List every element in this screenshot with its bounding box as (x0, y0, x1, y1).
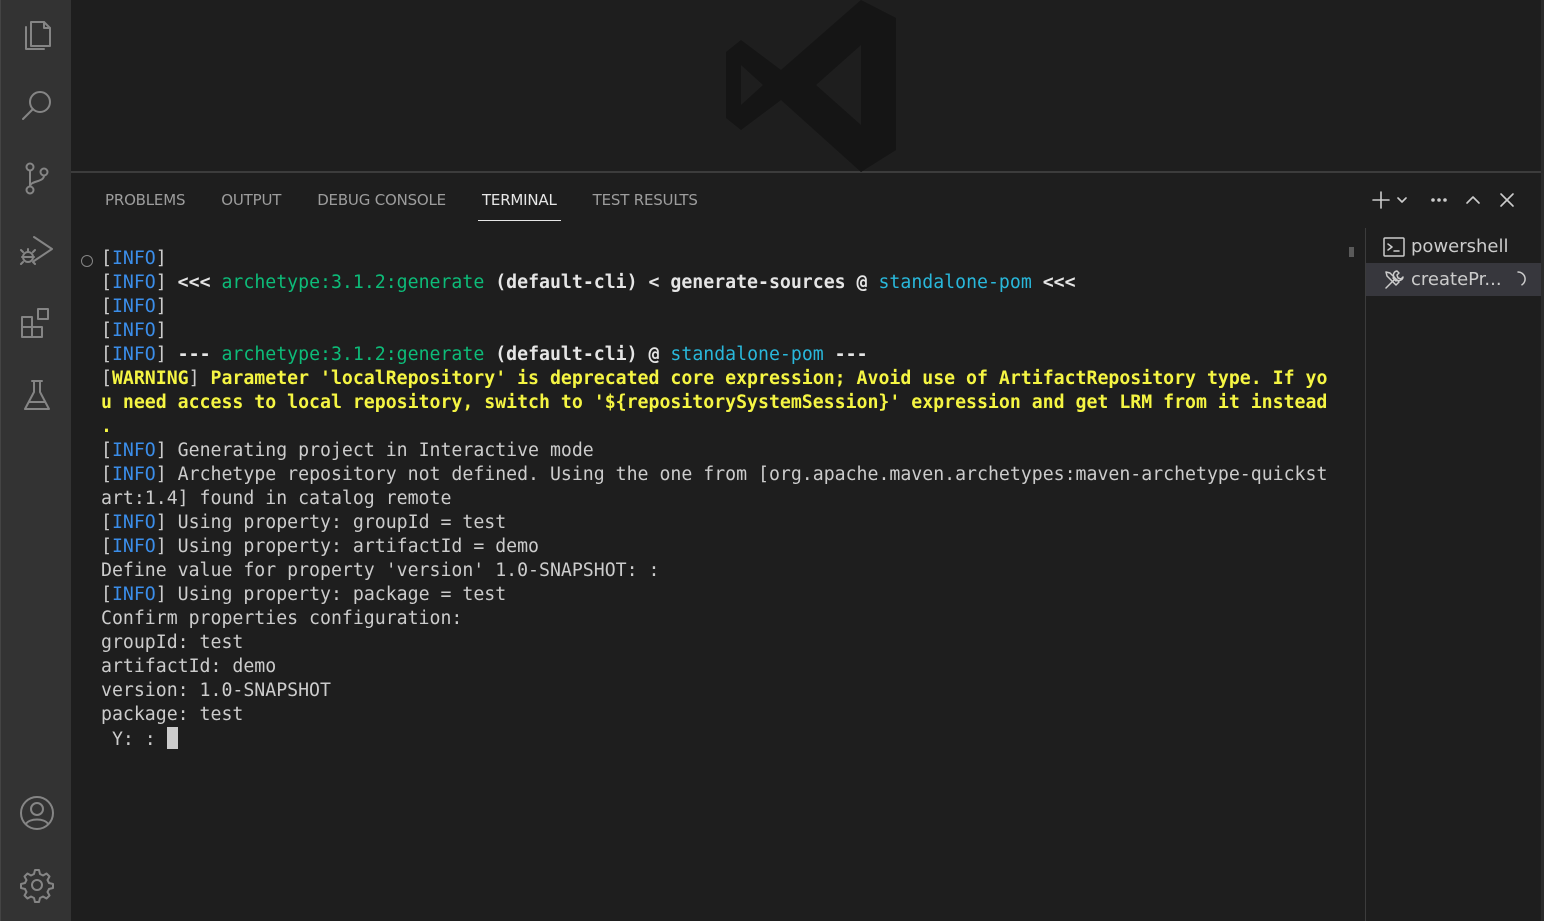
more-actions-icon[interactable] (1422, 185, 1456, 215)
terminal-tab-label: createPr... (1411, 269, 1502, 290)
terminal-line: Confirm properties configuration: (101, 608, 463, 629)
panel-tabs: PROBLEMS OUTPUT DEBUG CONSOLE TERMINAL T… (101, 173, 730, 228)
terminal-line: groupId: test (101, 632, 244, 653)
terminal-line: u need access to local repository, switc… (101, 392, 1328, 413)
terminal-tab-label: powershell (1411, 236, 1509, 257)
editor-area (71, 0, 1544, 172)
tools-icon (1385, 269, 1404, 289)
terminal-tab-createpr[interactable]: createPr... (1366, 263, 1543, 296)
terminal-line: art:1.4] found in catalog remote (101, 488, 452, 509)
terminal-line: [INFO] <<< archetype:3.1.2:generate (def… (101, 272, 1076, 293)
terminal-line: [INFO] Using property: package = test (101, 584, 507, 605)
tab-problems[interactable]: PROBLEMS (101, 173, 189, 228)
terminal-prompt-line[interactable]: Y: : (101, 727, 178, 751)
explorer-icon[interactable] (1, 5, 72, 65)
terminal-line: [INFO] Using property: groupId = test (101, 512, 507, 533)
terminal-line: [INFO] --- archetype:3.1.2:generate (def… (101, 344, 868, 365)
tab-terminal[interactable]: TERMINAL (477, 173, 561, 228)
terminal-line: artifactId: demo (101, 656, 277, 677)
terminal-output[interactable]: [INFO] [INFO] <<< archetype:3.1.2:genera… (71, 247, 1351, 907)
tab-output[interactable]: OUTPUT (217, 173, 285, 228)
activity-bar (0, 0, 71, 921)
loading-spinner-icon (1517, 271, 1526, 286)
settings-gear-icon[interactable] (1, 855, 72, 915)
tab-test-results[interactable]: TEST RESULTS (589, 173, 702, 228)
terminal-line: [INFO] Generating project in Interactive… (101, 440, 594, 461)
terminal-line: version: 1.0-SNAPSHOT (101, 680, 331, 701)
terminal-dropdown-icon[interactable] (1392, 185, 1412, 215)
terminal-line: . (101, 416, 112, 437)
panel-actions (1364, 185, 1524, 215)
terminal-tabs-list: powershell createPr... (1365, 228, 1543, 921)
terminal-line: [INFO] (101, 296, 167, 317)
search-icon[interactable] (1, 76, 72, 136)
run-debug-icon[interactable] (1, 220, 72, 280)
accounts-icon[interactable] (1, 783, 72, 843)
vscode-logo-watermark-icon (726, 0, 896, 172)
terminal-powershell-icon (1383, 236, 1405, 257)
terminal-line: [INFO] (101, 248, 167, 269)
terminal-line: [INFO] (101, 320, 167, 341)
source-control-icon[interactable] (1, 148, 72, 208)
terminal-scrollbar[interactable] (1349, 247, 1354, 257)
tab-debug-console[interactable]: DEBUG CONSOLE (313, 173, 450, 228)
bottom-panel: PROBLEMS OUTPUT DEBUG CONSOLE TERMINAL T… (71, 172, 1543, 921)
terminal-line: package: test (101, 704, 244, 725)
terminal-line: [WARNING] Parameter 'localRepository' is… (101, 368, 1328, 389)
terminal-line: [INFO] Using property: artifactId = demo (101, 536, 540, 557)
close-panel-icon[interactable] (1490, 185, 1524, 215)
maximize-panel-icon[interactable] (1456, 185, 1490, 215)
extensions-icon[interactable] (1, 293, 72, 353)
terminal-cursor (166, 727, 178, 749)
testing-icon[interactable] (1, 366, 72, 426)
terminal-line: [INFO] Archetype repository not defined.… (101, 464, 1328, 485)
terminal-tab-powershell[interactable]: powershell (1366, 230, 1543, 263)
terminal-line: Define value for property 'version' 1.0-… (101, 560, 660, 581)
command-decoration-icon[interactable] (81, 255, 93, 267)
